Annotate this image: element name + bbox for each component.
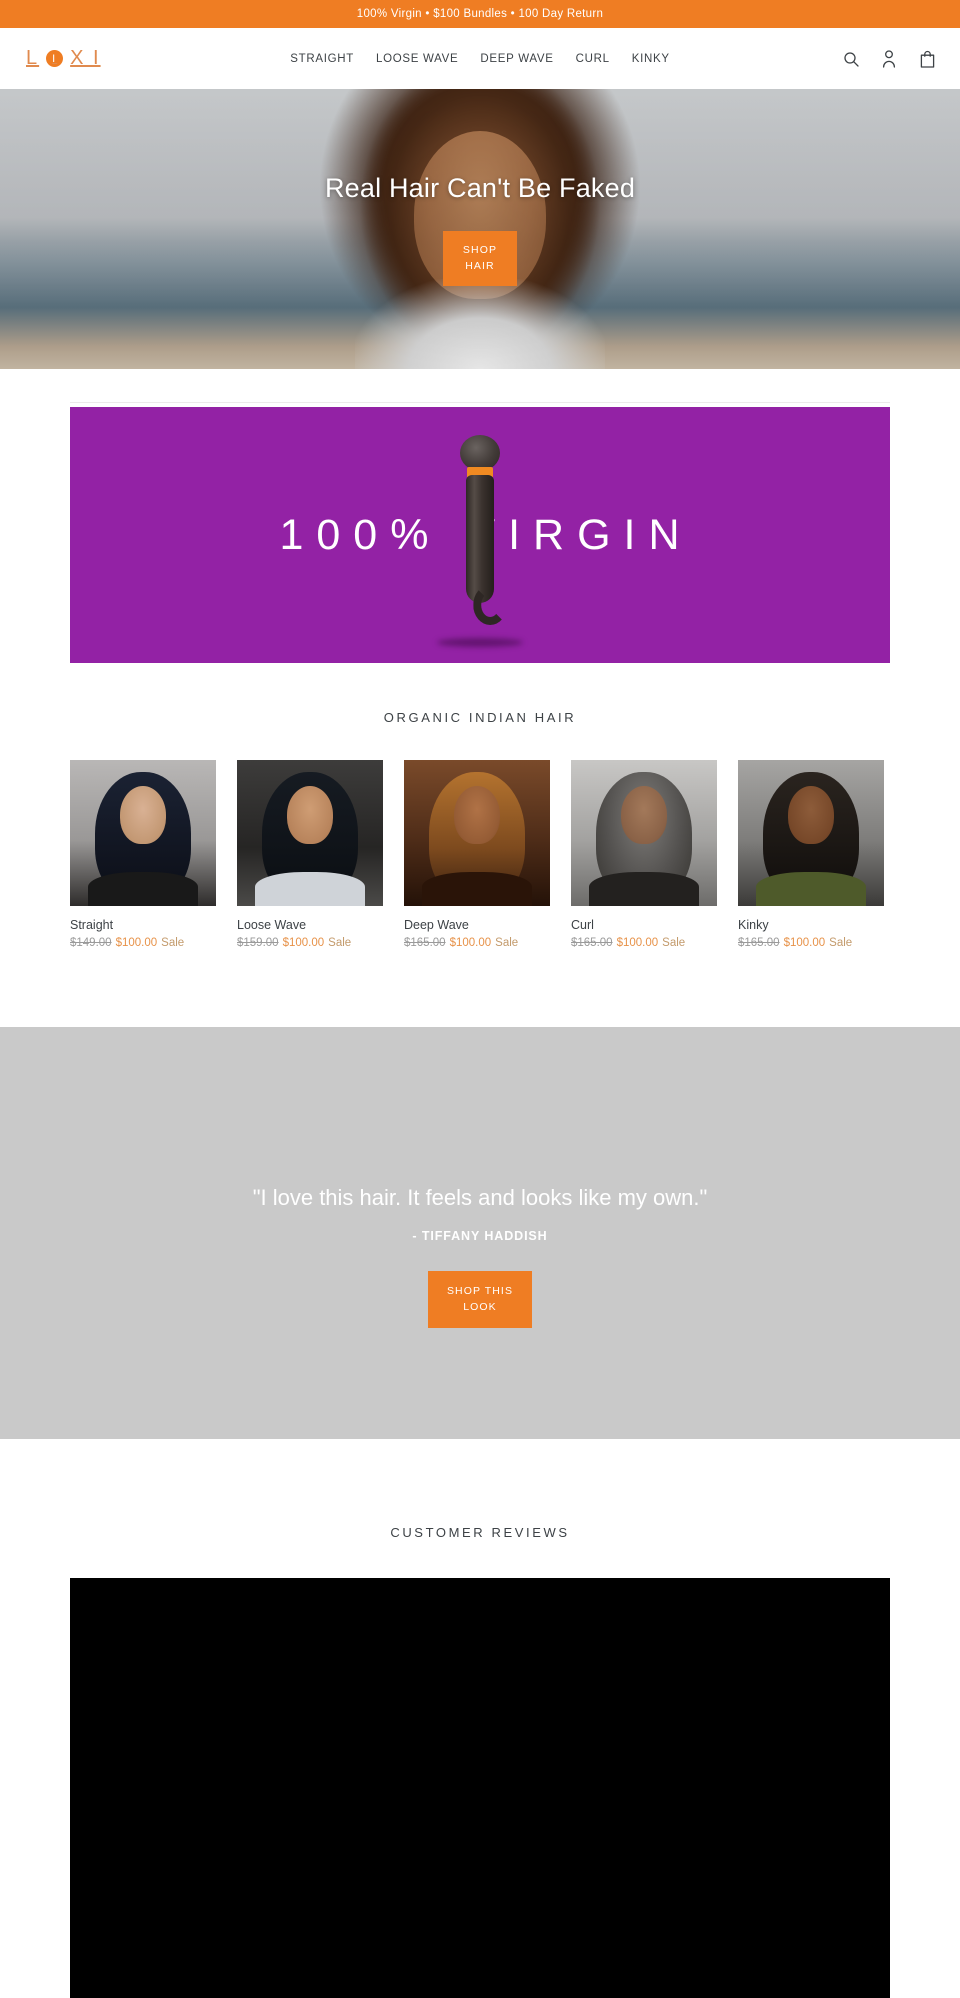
products-section-title: ORGANIC INDIAN HAIR (383, 710, 577, 725)
product-card-loose-wave[interactable]: Loose Wave $159.00 $100.00 Sale (237, 760, 383, 949)
review-video-player[interactable] (70, 1578, 890, 1998)
testimonial-quote: "I love this hair. It feels and looks li… (252, 1185, 708, 1210)
testimonial-section: "I love this hair. It feels and looks li… (0, 1027, 960, 1439)
sale-badge: Sale (161, 937, 185, 949)
nav-item-deep-wave[interactable]: DEEP WAVE (480, 53, 553, 65)
bundle-shadow (437, 638, 523, 647)
price-original: $159.00 (237, 937, 279, 949)
logo-dot-icon: I (46, 50, 64, 67)
hero-title: Real Hair Can't Be Faked (324, 173, 636, 203)
site-header: L I X I STRAIGHT LOOSE WAVE DEEP WAVE CU… (0, 28, 960, 89)
product-title: Curl (571, 918, 594, 932)
promo-banner[interactable]: 100% VIRGIN (70, 407, 890, 663)
logo-letters-xi: X I (70, 47, 101, 69)
product-image[interactable] (70, 760, 216, 906)
price-sale: $100.00 (616, 937, 659, 949)
product-image[interactable] (237, 760, 383, 906)
product-price: $165.00 $100.00 Sale (571, 937, 717, 949)
reviews-section-title: CUSTOMER REVIEWS (390, 1525, 570, 1540)
testimonial-attribution: - TIFFANY HADDISH (412, 1229, 548, 1243)
price-sale: $100.00 (449, 937, 492, 949)
product-card-curl[interactable]: Curl $165.00 $100.00 Sale (571, 760, 717, 949)
cart-icon[interactable] (918, 49, 936, 69)
product-price: $149.00 $100.00 Sale (70, 937, 216, 949)
price-sale: $100.00 (282, 937, 325, 949)
logo-letter-l: L (26, 47, 40, 69)
price-original: $149.00 (70, 937, 112, 949)
product-title: Kinky (738, 918, 769, 932)
nav-item-curl[interactable]: CURL (576, 53, 610, 65)
announcement-text: 100% Virgin • $100 Bundles • 100 Day Ret… (356, 8, 604, 20)
announcement-bar: 100% Virgin • $100 Bundles • 100 Day Ret… (0, 0, 960, 28)
header-icons (842, 49, 936, 69)
sale-badge: Sale (662, 937, 686, 949)
product-card-deep-wave[interactable]: Deep Wave $165.00 $100.00 Sale (404, 760, 550, 949)
nav-item-straight[interactable]: STRAIGHT (290, 53, 354, 65)
product-title: Straight (70, 918, 114, 932)
hero-banner: Real Hair Can't Be Faked SHOP HAIR (0, 89, 960, 369)
product-image[interactable] (571, 760, 717, 906)
product-price: $165.00 $100.00 Sale (738, 937, 884, 949)
hero-content: Real Hair Can't Be Faked SHOP HAIR (0, 89, 960, 369)
product-price: $159.00 $100.00 Sale (237, 937, 383, 949)
banner-divider (70, 402, 890, 403)
nav-item-loose-wave[interactable]: LOOSE WAVE (376, 53, 458, 65)
sale-badge: Sale (829, 937, 853, 949)
sale-badge: Sale (495, 937, 519, 949)
shop-hair-button[interactable]: SHOP HAIR (443, 231, 517, 286)
hair-bundle-icon (452, 435, 508, 625)
site-logo[interactable]: L I X I (26, 47, 226, 70)
product-card-straight[interactable]: Straight $149.00 $100.00 Sale (70, 760, 216, 949)
price-original: $165.00 (571, 937, 613, 949)
nav-item-kinky[interactable]: KINKY (632, 53, 670, 65)
product-card-kinky[interactable]: Kinky $165.00 $100.00 Sale (738, 760, 884, 949)
product-title: Loose Wave (237, 918, 307, 932)
product-price: $165.00 $100.00 Sale (404, 937, 550, 949)
product-title: Deep Wave (404, 918, 469, 932)
sale-badge: Sale (328, 937, 352, 949)
price-sale: $100.00 (115, 937, 158, 949)
price-original: $165.00 (738, 937, 780, 949)
promo-banner-section: 100% VIRGIN (0, 369, 960, 663)
product-image[interactable] (404, 760, 550, 906)
product-image[interactable] (738, 760, 884, 906)
product-grid: Straight $149.00 $100.00 Sale Loose Wave… (70, 760, 890, 949)
shop-this-look-button[interactable]: SHOP THIS LOOK (428, 1271, 532, 1328)
price-original: $165.00 (404, 937, 446, 949)
search-icon[interactable] (842, 49, 860, 69)
price-sale: $100.00 (783, 937, 826, 949)
account-icon[interactable] (880, 49, 898, 69)
